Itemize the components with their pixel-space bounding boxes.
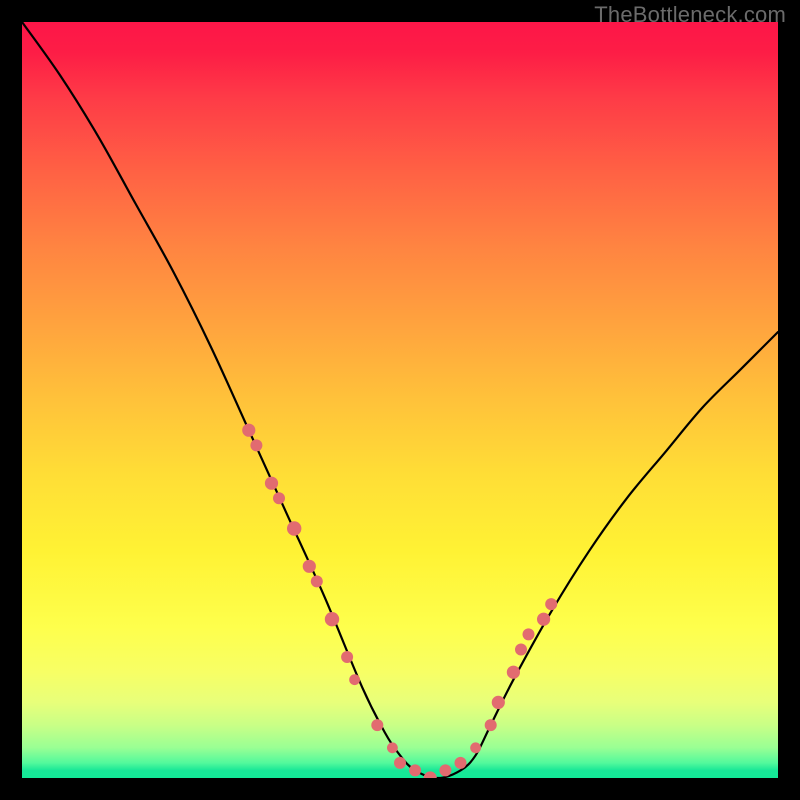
marker-dot	[341, 651, 353, 663]
curve-svg	[22, 22, 778, 778]
marker-dot	[242, 424, 255, 437]
marker-dot	[265, 477, 278, 490]
marker-dot	[507, 666, 520, 679]
marker-dot	[349, 674, 360, 685]
marker-dot	[485, 719, 497, 731]
marker-dot	[424, 771, 437, 778]
marker-dot	[250, 439, 262, 451]
marker-dot	[287, 521, 301, 535]
chart-frame: TheBottleneck.com	[0, 0, 800, 800]
watermark-text: TheBottleneck.com	[594, 2, 786, 28]
marker-dot	[537, 613, 550, 626]
marker-dot	[273, 492, 285, 504]
plot-area	[22, 22, 778, 778]
marker-dot	[371, 719, 383, 731]
marker-dot	[515, 644, 527, 656]
bottleneck-curve	[22, 22, 778, 778]
marker-dot	[492, 696, 505, 709]
marker-dot	[470, 742, 481, 753]
marker-dot	[455, 757, 467, 769]
marker-dot	[303, 560, 316, 573]
marker-dot	[311, 575, 323, 587]
marker-dot	[523, 628, 535, 640]
marker-dot	[387, 742, 398, 753]
marker-dot	[439, 764, 451, 776]
marker-dot	[545, 598, 557, 610]
marker-group	[242, 424, 557, 778]
marker-dot	[394, 757, 406, 769]
marker-dot	[325, 612, 339, 626]
marker-dot	[409, 764, 421, 776]
